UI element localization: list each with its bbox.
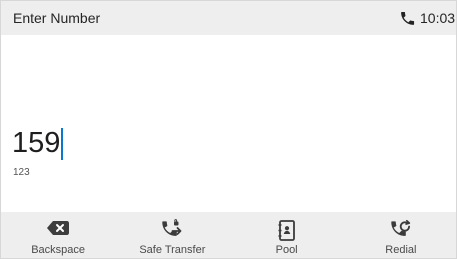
dialed-number: 159 xyxy=(12,127,61,159)
number-input-field[interactable]: 159 xyxy=(12,126,64,166)
status-bar: Enter Number 10:03 xyxy=(1,1,456,35)
safe-transfer-label: Safe Transfer xyxy=(139,244,206,256)
safe-transfer-icon xyxy=(162,219,182,236)
backspace-label: Backspace xyxy=(31,244,86,256)
text-cursor xyxy=(61,128,64,160)
input-mode-indicator: 123 xyxy=(13,167,30,178)
phone-call-icon xyxy=(401,12,415,25)
redial-icon xyxy=(391,219,411,236)
status-title: Enter Number xyxy=(13,10,101,26)
pool-softkey[interactable]: Pool xyxy=(230,212,344,258)
number-entry-area[interactable]: 159 123 xyxy=(1,35,456,211)
pool-label: Pool xyxy=(275,244,298,256)
backspace-icon xyxy=(47,221,70,235)
redial-softkey[interactable]: Redial xyxy=(344,212,456,258)
redial-label: Redial xyxy=(385,244,417,256)
phonebook-pool-icon xyxy=(278,220,295,241)
backspace-softkey[interactable]: Backspace xyxy=(1,212,115,258)
safe-transfer-softkey[interactable]: Safe Transfer xyxy=(115,212,229,258)
phone-dial-screen: Enter Number 10:03 159 123 Backspace Saf… xyxy=(0,0,457,259)
clock-time: 10:03 xyxy=(420,10,456,26)
softkey-bar: Backspace Safe Transfer Pool Redial xyxy=(1,212,456,258)
